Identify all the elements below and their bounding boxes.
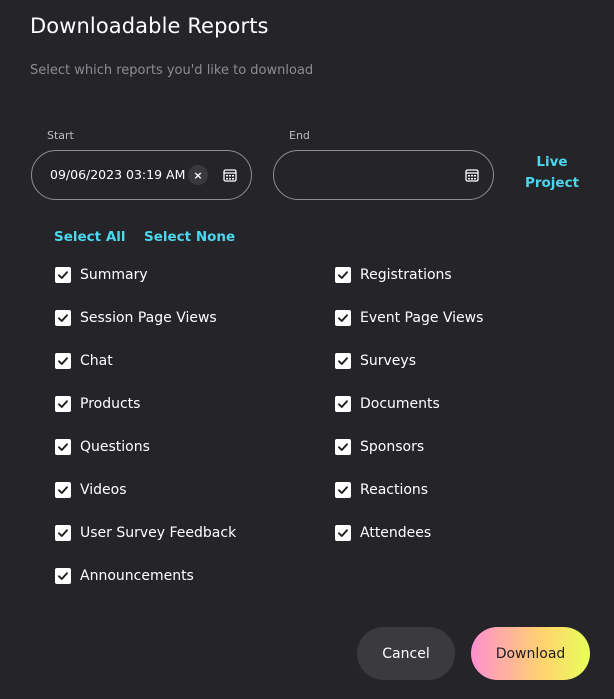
select-all-link[interactable]: Select All [54, 229, 126, 245]
checkmark-icon [338, 400, 348, 408]
calendar-icon[interactable] [223, 168, 237, 182]
report-checkbox-row[interactable]: Documents [335, 394, 440, 414]
clear-icon[interactable]: × [188, 165, 208, 185]
checkbox-checked[interactable] [335, 310, 351, 326]
checkmark-icon [338, 357, 348, 365]
checkmark-icon [58, 572, 68, 580]
checkbox-checked[interactable] [55, 353, 71, 369]
report-checkbox-row[interactable]: Products [55, 394, 140, 414]
live-project-button[interactable]: Live Project [520, 152, 584, 194]
report-label: Registrations [360, 267, 452, 283]
checkmark-icon [58, 486, 68, 494]
report-checkbox-row[interactable]: Registrations [335, 265, 452, 285]
checkbox-checked[interactable] [55, 568, 71, 584]
checkmark-icon [338, 529, 348, 537]
report-label: Questions [80, 439, 150, 455]
report-checkbox-row[interactable]: Questions [55, 437, 150, 457]
report-label: Event Page Views [360, 310, 484, 326]
checkmark-icon [338, 486, 348, 494]
report-label: Surveys [360, 353, 416, 369]
report-checkbox-row[interactable]: Attendees [335, 523, 431, 543]
calendar-icon[interactable] [465, 168, 479, 182]
report-checkbox-row[interactable]: Announcements [55, 566, 194, 586]
checkbox-checked[interactable] [55, 439, 71, 455]
start-label: Start [47, 129, 74, 142]
checkbox-checked[interactable] [55, 396, 71, 412]
end-date-field[interactable] [273, 150, 494, 200]
download-button[interactable]: Download [471, 627, 590, 680]
report-checkbox-row[interactable]: Session Page Views [55, 308, 217, 328]
report-checkbox-row[interactable]: Summary [55, 265, 148, 285]
live-project-line2: Project [524, 175, 580, 191]
start-date-field[interactable]: 09/06/2023 03:19 AM × [31, 150, 252, 200]
report-checkbox-row[interactable]: Chat [55, 351, 113, 371]
report-checkbox-row[interactable]: User Survey Feedback [55, 523, 236, 543]
report-label: Chat [80, 353, 113, 369]
report-label: Summary [80, 267, 148, 283]
report-checkbox-row[interactable]: Surveys [335, 351, 416, 371]
checkmark-icon [58, 271, 68, 279]
checkbox-checked[interactable] [55, 482, 71, 498]
checkbox-checked[interactable] [335, 482, 351, 498]
end-label: End [289, 129, 310, 142]
checkmark-icon [338, 443, 348, 451]
dialog-subtitle: Select which reports you'd like to downl… [30, 63, 314, 78]
checkmark-icon [338, 314, 348, 322]
report-label: Reactions [360, 482, 429, 498]
report-checkbox-row[interactable]: Sponsors [335, 437, 424, 457]
report-label: Documents [360, 396, 440, 412]
checkmark-icon [58, 400, 68, 408]
report-checkbox-row[interactable]: Event Page Views [335, 308, 483, 328]
live-project-line1: Live [536, 154, 568, 170]
checkmark-icon [58, 529, 68, 537]
report-label: Products [80, 396, 141, 412]
dialog-title: Downloadable Reports [30, 14, 269, 38]
checkbox-checked[interactable] [55, 267, 71, 283]
report-label: User Survey Feedback [80, 525, 237, 541]
checkbox-checked[interactable] [335, 267, 351, 283]
report-label: Attendees [360, 525, 432, 541]
report-checkbox-row[interactable]: Reactions [335, 480, 428, 500]
checkbox-checked[interactable] [335, 353, 351, 369]
report-label: Session Page Views [80, 310, 217, 326]
report-label: Videos [80, 482, 127, 498]
checkmark-icon [58, 357, 68, 365]
report-label: Announcements [80, 568, 194, 584]
checkmark-icon [338, 271, 348, 279]
checkmark-icon [58, 314, 68, 322]
checkbox-checked[interactable] [335, 439, 351, 455]
report-checkbox-row[interactable]: Videos [55, 480, 127, 500]
start-date-value[interactable]: 09/06/2023 03:19 AM [50, 167, 185, 182]
select-none-link[interactable]: Select None [144, 229, 235, 245]
checkbox-checked[interactable] [335, 525, 351, 541]
checkbox-checked[interactable] [55, 525, 71, 541]
checkmark-icon [58, 443, 68, 451]
checkbox-checked[interactable] [55, 310, 71, 326]
cancel-button[interactable]: Cancel [357, 627, 455, 680]
checkbox-checked[interactable] [335, 396, 351, 412]
report-label: Sponsors [360, 439, 425, 455]
